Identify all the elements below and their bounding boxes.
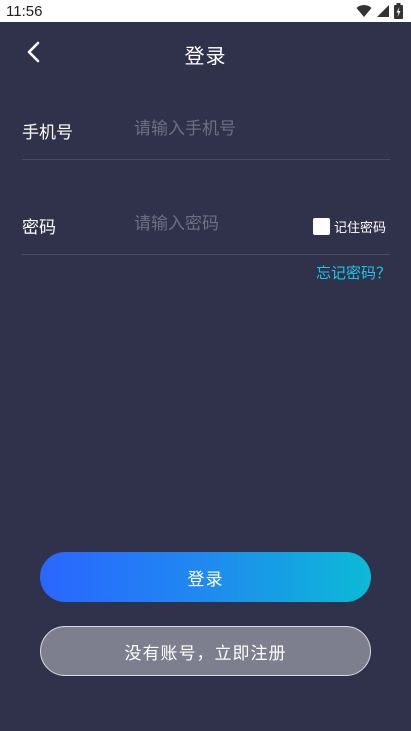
- password-label: 密码: [22, 218, 56, 238]
- login-button[interactable]: 登录: [40, 552, 371, 602]
- status-time: 11:56: [6, 2, 43, 20]
- register-button[interactable]: 没有账号，立即注册: [40, 626, 371, 676]
- status-bar: 11:56: [0, 0, 411, 22]
- status-icons: [356, 3, 403, 19]
- remember-checkbox[interactable]: [313, 218, 330, 235]
- phone-label: 手机号: [22, 123, 73, 143]
- header: 登录: [0, 22, 411, 86]
- password-input[interactable]: [134, 209, 304, 239]
- phone-input[interactable]: [134, 114, 384, 144]
- page-title: 登录: [184, 44, 227, 68]
- remember-password-toggle[interactable]: 记住密码: [313, 217, 386, 236]
- password-divider: [22, 254, 390, 255]
- battery-charging-icon: [394, 3, 403, 19]
- forgot-password-link[interactable]: 忘记密码？: [316, 262, 391, 283]
- phone-divider: [22, 159, 390, 160]
- wifi-icon: [356, 5, 372, 18]
- phone-field-row: 手机号: [22, 112, 390, 152]
- remember-label: 记住密码: [334, 221, 387, 236]
- signal-icon: [377, 5, 389, 17]
